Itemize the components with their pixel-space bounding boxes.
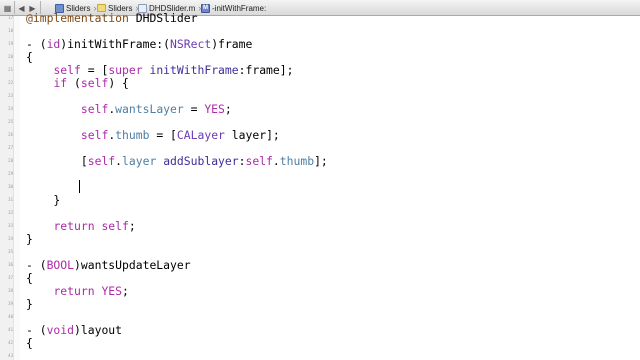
method-icon: M — [201, 3, 210, 13]
related-items-button[interactable]: ▦ — [2, 2, 13, 14]
code-line[interactable]: } — [26, 194, 60, 207]
line-number: 20 — [8, 54, 13, 59]
line-number: 40 — [8, 314, 13, 319]
line-number: 36 — [8, 262, 13, 267]
line-number: 21 — [8, 67, 13, 72]
code-line[interactable]: self.thumb = [CALayer layer]; — [26, 129, 280, 142]
line-number: 22 — [8, 80, 13, 85]
line-number: 23 — [8, 93, 13, 98]
code-line[interactable]: @implementation DHDSlider — [26, 12, 197, 25]
line-number: 31 — [8, 197, 13, 202]
code-line[interactable]: [self.layer addSublayer:self.thumb]; — [26, 155, 328, 168]
grid-icon: ▦ — [3, 3, 12, 13]
line-number: 29 — [8, 171, 13, 176]
line-number: 32 — [8, 210, 13, 215]
line-number: 35 — [8, 249, 13, 254]
line-number: 28 — [8, 158, 13, 163]
line-number-gutter: 17 18 19 20 21 22 23 24 25 26 27 28 29 3… — [0, 15, 14, 360]
code-line[interactable]: } — [26, 233, 33, 246]
code-line[interactable]: return self; — [26, 220, 135, 233]
code-line[interactable]: if (self) { — [26, 77, 128, 90]
code-folding-ribbon[interactable] — [14, 16, 20, 360]
breadcrumb-method[interactable]: M -initWithFrame: — [201, 2, 266, 14]
breadcrumb-label: -initWithFrame: — [212, 3, 267, 13]
code-line[interactable]: self.wantsLayer = YES; — [26, 103, 232, 116]
text-cursor — [79, 180, 80, 193]
line-number: 27 — [8, 145, 13, 150]
line-number: 34 — [8, 236, 13, 241]
code-line[interactable]: return YES; — [26, 285, 128, 298]
line-number: 42 — [8, 340, 13, 345]
line-number: 43 — [8, 353, 13, 358]
line-number: 30 — [8, 184, 13, 189]
line-number: 33 — [8, 223, 13, 228]
divider — [14, 1, 15, 14]
code-line[interactable]: - (BOOL)wantsUpdateLayer — [26, 259, 191, 272]
line-number: 25 — [8, 119, 13, 124]
code-line[interactable]: - (id)initWithFrame:(NSRect)frame — [26, 38, 252, 51]
code-line[interactable]: { — [26, 337, 33, 350]
line-number: 37 — [8, 275, 13, 280]
line-number: 19 — [8, 41, 13, 46]
code-line[interactable]: } — [26, 298, 33, 311]
line-number: 17 — [8, 15, 13, 20]
line-number: 26 — [8, 132, 13, 137]
line-number: 18 — [8, 28, 13, 33]
line-number: 41 — [8, 327, 13, 332]
line-number: 39 — [8, 301, 13, 306]
code-editor[interactable]: 17 18 19 20 21 22 23 24 25 26 27 28 29 3… — [0, 12, 640, 360]
line-number: 38 — [8, 288, 13, 293]
line-number: 24 — [8, 106, 13, 111]
code-line[interactable]: - (void)layout — [26, 324, 122, 337]
